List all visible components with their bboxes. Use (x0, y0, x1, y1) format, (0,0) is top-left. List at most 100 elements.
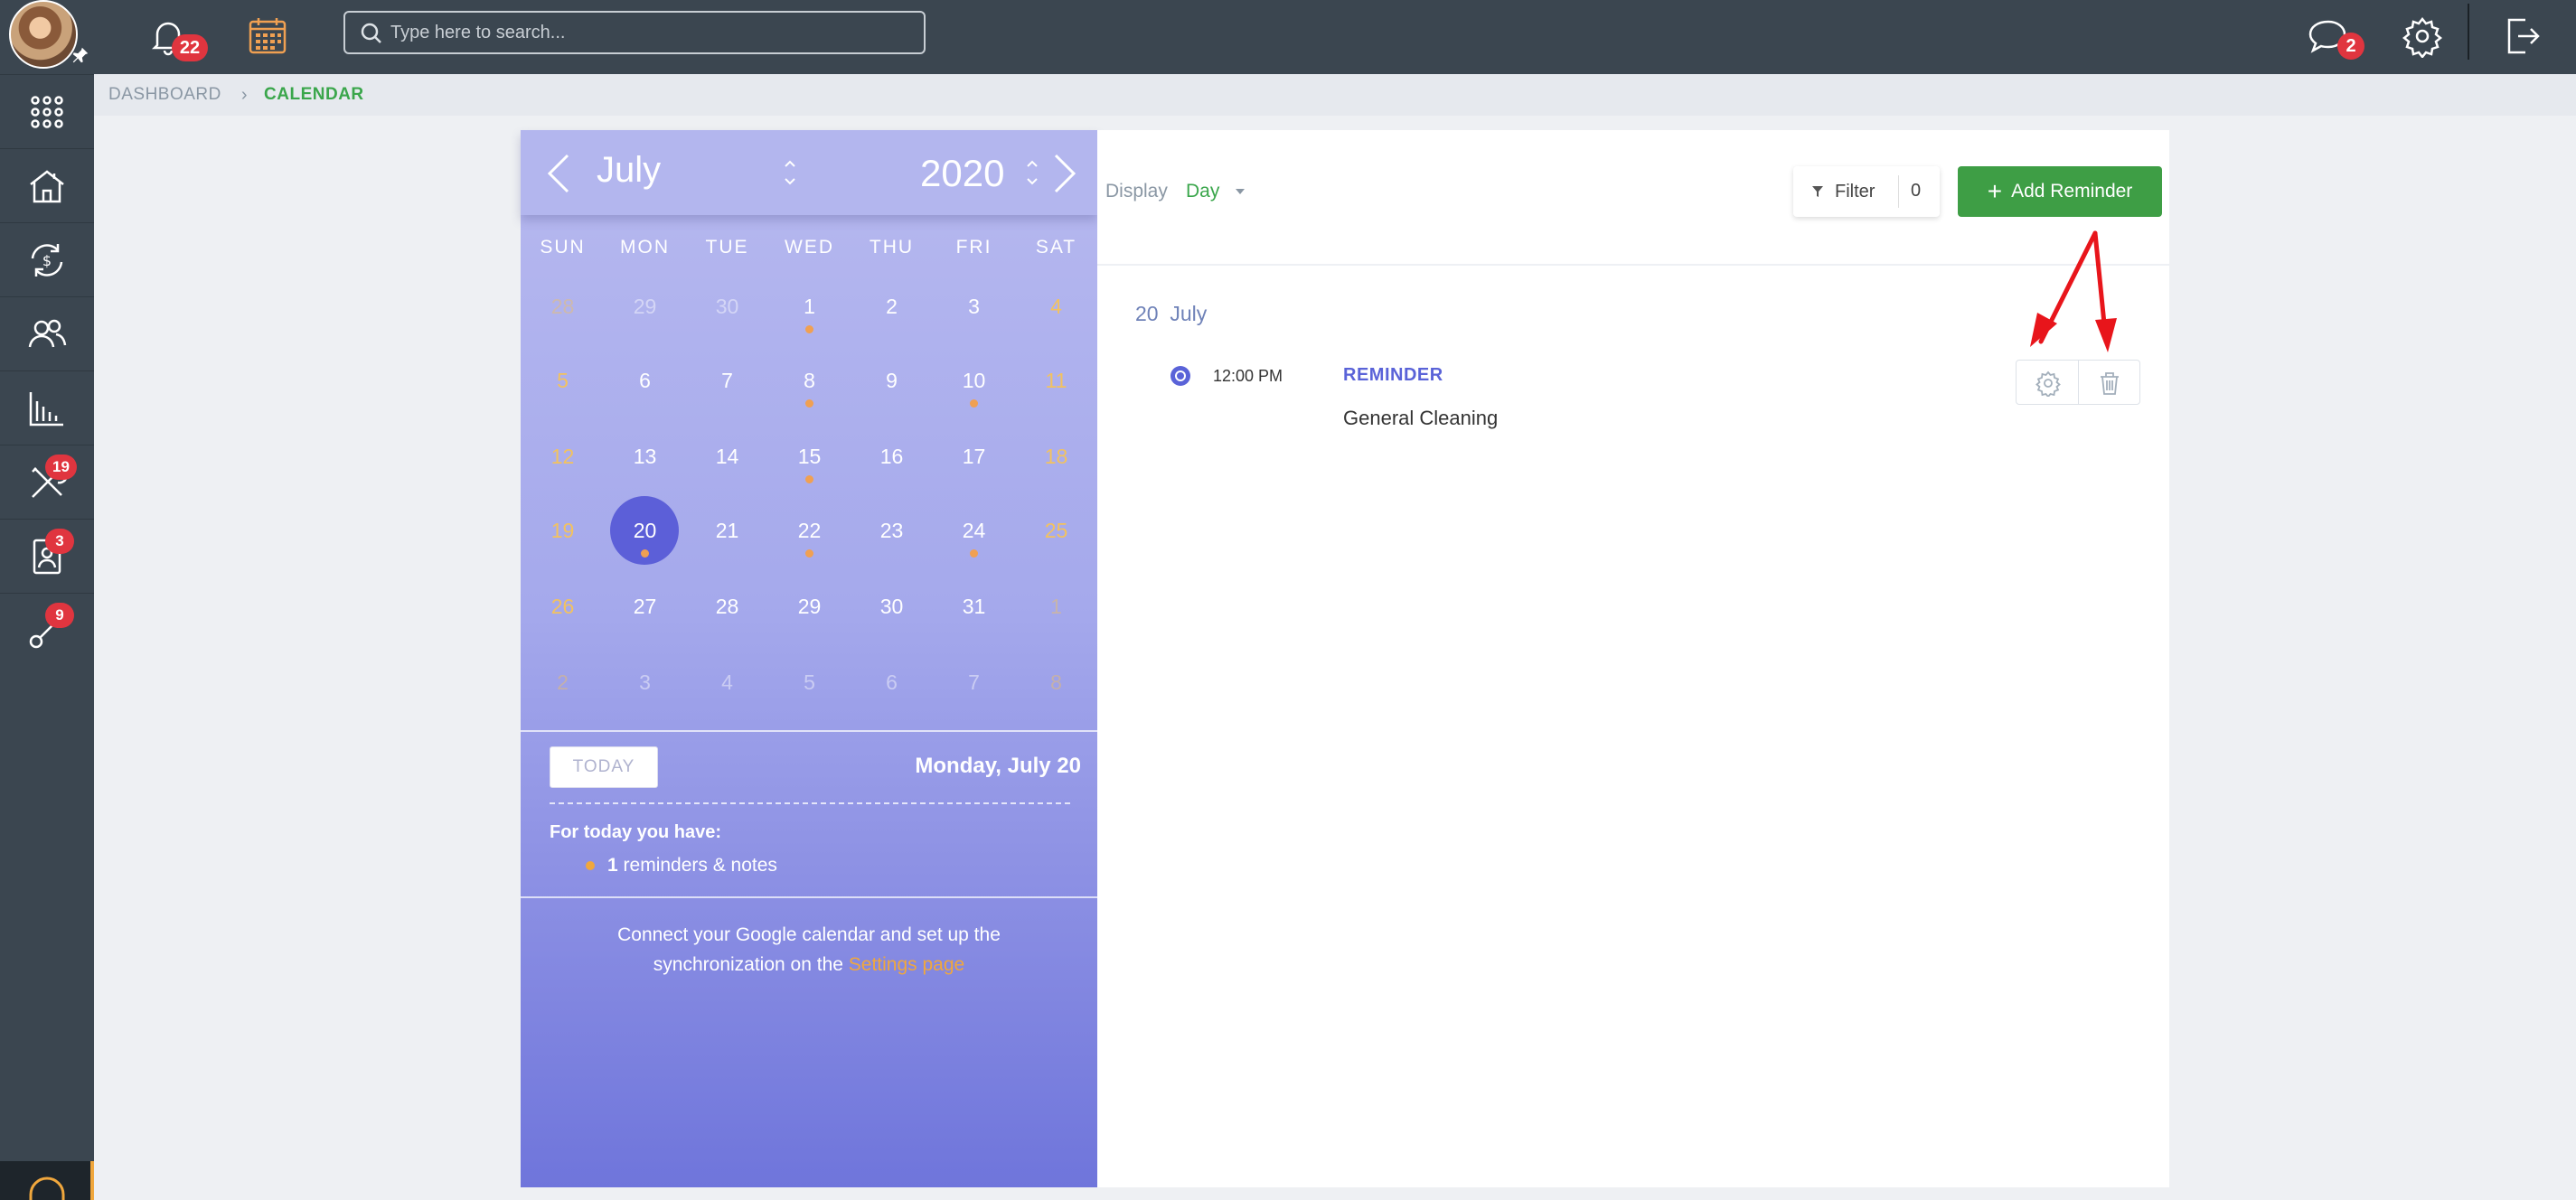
day-cell[interactable]: 24 (933, 519, 1015, 543)
logout-icon[interactable] (2500, 14, 2543, 58)
sidebar-item-maintenance[interactable]: 19 (0, 445, 94, 519)
day-cell[interactable]: 31 (933, 595, 1015, 619)
user-avatar[interactable] (9, 0, 78, 69)
day-cell[interactable]: 7 (933, 670, 1015, 695)
support-button[interactable] (0, 1161, 94, 1200)
event-type: REMINDER (1343, 365, 1443, 385)
svg-text:$: $ (42, 252, 52, 269)
leasing-badge: 3 (45, 529, 74, 554)
day-cell[interactable]: 8 (768, 369, 851, 393)
day-cell[interactable]: 21 (686, 519, 768, 543)
breadcrumb-calendar: CALENDAR (264, 85, 364, 104)
day-cell[interactable]: 29 (768, 595, 851, 619)
day-cell[interactable]: 22 (768, 519, 851, 543)
day-cell[interactable]: 9 (851, 369, 933, 393)
event-actions (2016, 360, 2140, 405)
today-button[interactable]: TODAY (550, 746, 658, 788)
day-cell[interactable]: 2 (851, 295, 933, 319)
day-cell[interactable]: 5 (522, 369, 604, 393)
event-time: 12:00 PM (1213, 367, 1283, 385)
gear-icon[interactable] (2035, 370, 2062, 397)
year-spinner-icon[interactable] (1023, 154, 1041, 192)
filter-divider (1898, 175, 1899, 208)
day-cell[interactable]: 12 (522, 445, 604, 469)
day-cell[interactable]: 6 (604, 369, 686, 393)
day-cell[interactable]: 5 (768, 670, 851, 695)
sidebar-item-properties[interactable] (0, 148, 94, 222)
day-cell[interactable]: 3 (933, 295, 1015, 319)
breadcrumb-dashboard[interactable]: DASHBOARD (108, 85, 221, 105)
top-bar: 22 2 (94, 0, 2576, 74)
reminders-count: 1 (607, 855, 618, 876)
trash-icon[interactable] (2096, 370, 2123, 397)
day-cell[interactable]: 18 (1015, 445, 1097, 469)
day-cell[interactable]: 30 (686, 295, 768, 319)
settings-link[interactable]: Settings page (849, 954, 964, 975)
day-cell[interactable]: 7 (686, 369, 768, 393)
day-cell[interactable]: 29 (604, 295, 686, 319)
maintenance-badge: 19 (45, 455, 77, 480)
day-cell[interactable]: 14 (686, 445, 768, 469)
event-title[interactable]: General Cleaning (1343, 407, 1498, 430)
filter-label: Filter (1835, 181, 1876, 202)
day-cell[interactable]: 17 (933, 445, 1015, 469)
sidebar-item-keys[interactable]: 9 (0, 593, 94, 667)
event-dot (805, 325, 813, 333)
year-select[interactable]: 2020 (920, 152, 1004, 195)
sidebar-item-contacts[interactable] (0, 296, 94, 370)
month-select[interactable]: July (597, 150, 661, 191)
day-cell[interactable]: 13 (604, 445, 686, 469)
day-cell[interactable]: 11 (1015, 369, 1097, 393)
day-cell[interactable]: 16 (851, 445, 933, 469)
search-input[interactable] (390, 22, 897, 43)
event-dot (641, 549, 649, 558)
day-cell[interactable]: 3 (604, 670, 686, 695)
caret-down-icon[interactable] (1233, 186, 1247, 197)
sidebar-item-accounting[interactable]: $ (0, 222, 94, 296)
display-select[interactable]: Day (1186, 181, 1219, 202)
day-cell[interactable]: 6 (851, 670, 933, 695)
calendar-icon[interactable] (246, 14, 289, 58)
weekday-sat: SAT (1035, 237, 1077, 258)
day-cell[interactable]: 4 (686, 670, 768, 695)
top-divider (2468, 4, 2469, 60)
event-radio-icon[interactable] (1168, 363, 1193, 389)
weekday-thu: THU (869, 237, 915, 258)
weekday-tue: TUE (705, 237, 749, 258)
pin-icon[interactable] (71, 45, 90, 65)
day-cell[interactable]: 1 (1015, 595, 1097, 619)
left-sidebar: $ 19 3 9 (0, 0, 94, 1200)
day-cell[interactable]: 26 (522, 595, 604, 619)
weekday-fri: FRI (955, 237, 992, 258)
search-box (343, 11, 926, 54)
day-cell[interactable]: 25 (1015, 519, 1097, 543)
chevron-right-icon[interactable] (1047, 148, 1083, 199)
add-reminder-button[interactable]: + Add Reminder (1958, 166, 2162, 217)
breadcrumb: DASHBOARD › CALENDAR (94, 74, 2576, 116)
sidebar-item-apps[interactable] (0, 74, 94, 148)
day-cell[interactable]: 2 (522, 670, 604, 695)
event-dot (805, 475, 813, 483)
day-cell[interactable]: 20 (604, 519, 686, 543)
calendar-header: July 2020 (521, 130, 1097, 215)
day-cell[interactable]: 1 (768, 295, 851, 319)
filter-button[interactable]: Filter 0 (1793, 166, 1940, 217)
house-icon (30, 169, 64, 202)
day-cell[interactable]: 30 (851, 595, 933, 619)
gear-icon[interactable] (2401, 14, 2444, 58)
day-cell[interactable]: 28 (686, 595, 768, 619)
sidebar-item-reports[interactable] (0, 370, 94, 445)
month-spinner-icon[interactable] (781, 154, 799, 192)
chevron-left-icon[interactable] (541, 148, 577, 199)
keys-badge: 9 (45, 603, 74, 628)
calendar-divider (521, 730, 1097, 732)
day-cell[interactable]: 15 (768, 445, 851, 469)
day-cell[interactable]: 10 (933, 369, 1015, 393)
day-cell[interactable]: 23 (851, 519, 933, 543)
sidebar-item-leasing[interactable]: 3 (0, 519, 94, 593)
day-cell[interactable]: 19 (522, 519, 604, 543)
day-cell[interactable]: 4 (1015, 295, 1097, 319)
day-cell[interactable]: 27 (604, 595, 686, 619)
day-cell[interactable]: 28 (522, 295, 604, 319)
day-cell[interactable]: 8 (1015, 670, 1097, 695)
